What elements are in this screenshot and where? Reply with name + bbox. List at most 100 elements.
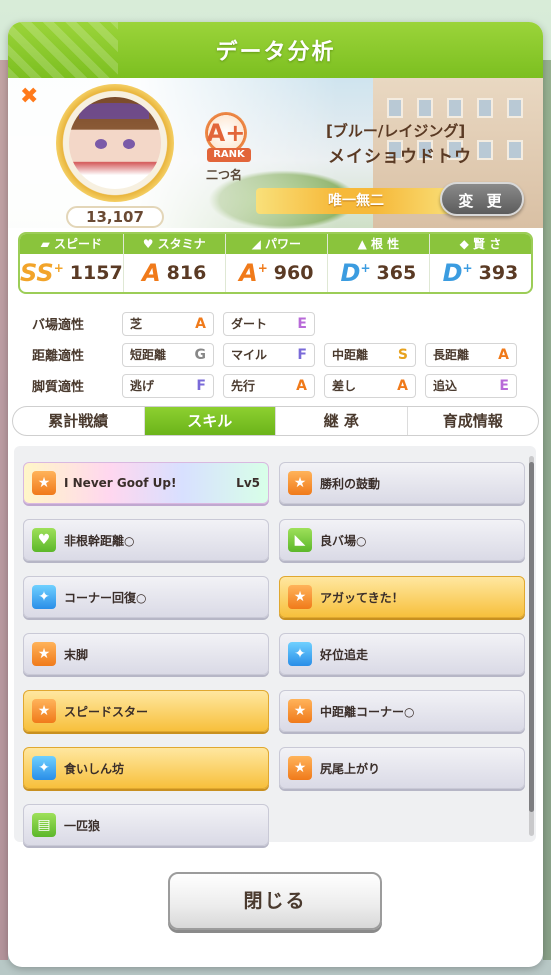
stat-grade: SS+ (20, 259, 64, 287)
muscle-icon: ◢ (251, 237, 265, 251)
aptitude-cell: ダート E (223, 311, 315, 336)
heart-icon: ♥ (142, 237, 158, 251)
skill-name: コーナー回復○ (64, 590, 147, 605)
skill-name: 尻尾上がり (320, 761, 381, 776)
stat-value: 960 (273, 262, 314, 284)
aptitude-cell: 差し A (324, 373, 416, 398)
avatar-frame[interactable] (56, 84, 174, 202)
skill-name: アガッてきた！ (320, 590, 404, 605)
skill-name: スピードスター (64, 704, 149, 719)
speed-icon: ★ (288, 585, 312, 609)
skill-item[interactable]: ★ 末脚 (23, 633, 269, 675)
speed-icon: ★ (288, 699, 312, 723)
fan-count: 13,107 (66, 206, 164, 228)
stat-grade: D+ (340, 259, 371, 287)
scrollbar-thumb[interactable] (529, 462, 534, 812)
aptitude-row-track: バ場適性 芝A ダート E (32, 308, 532, 339)
skill-item[interactable]: ♥ 非根幹距離○ (23, 519, 269, 561)
skill-name: 一匹狼 (64, 818, 101, 833)
nickname-count: 二つ名 (206, 168, 243, 182)
skill-item[interactable]: ✦ 好位追走 (279, 633, 525, 675)
profile-header: ✖ 13,107 A+ RANK 二つ名 [ブルー/レイジング] メイショウドト… (8, 78, 543, 230)
aptitude-grade: A (498, 346, 509, 363)
skill-name: 勝利の鼓動 (320, 476, 381, 491)
character-epithet: [ブルー/レイジング] (326, 122, 466, 140)
skill-item[interactable]: ★ 尻尾上がり (279, 747, 525, 789)
stat-power: ◢ パワー A+ 960 (225, 234, 328, 292)
stats-panel: ▰ スピード SS+ 1157 ♥ スタミナ A 816 ◢ パワー A+ 960 ▲… (18, 232, 533, 294)
skill-name: I Never Goof Up! (64, 476, 177, 490)
skill-item[interactable]: ★ アガッてきた！ (279, 576, 525, 618)
skill-name: 好位追走 (320, 647, 369, 662)
aptitude-grade: E (297, 315, 307, 332)
stamina-icon: ♥ (32, 528, 56, 552)
stat-value: 393 (478, 262, 519, 284)
aptitude-grade: A (195, 315, 206, 332)
aptitude-grade: G (194, 346, 207, 363)
shoe-icon: ▰ (40, 237, 55, 251)
rank-label: RANK (207, 148, 251, 162)
skill-item[interactable]: ★ スピードスター (23, 690, 269, 732)
tab-training-info[interactable]: 育成情報 (408, 407, 539, 435)
stat-label: パワー (264, 237, 301, 251)
skill-item[interactable]: ▤ 一匹狼 (23, 804, 269, 846)
dialog-title: データ分析 (215, 40, 336, 65)
data-analysis-dialog: データ分析 ✖ 13,107 A+ RANK 二つ名 [ブルー/レイジング] メ… (8, 22, 543, 967)
aptitude-label: 脚質適性 (32, 380, 85, 395)
cap-icon: ◆ (459, 237, 474, 251)
stat-label: スピード (54, 237, 103, 251)
stat-grade: D+ (442, 259, 473, 287)
aptitude-grade: S (397, 346, 408, 363)
stat-grade: A+ (239, 259, 268, 287)
aptitude-cell: 短距離 G (122, 342, 214, 367)
rank-badge: A+ RANK (205, 112, 251, 162)
carrot-icon: ✖ (20, 84, 39, 109)
avatar (69, 97, 161, 189)
skill-list: ★ I Never Goof Up! Lv5 ★ 勝利の鼓動 ♥ 非根幹距離○ … (14, 446, 536, 846)
skill-name: 末脚 (64, 647, 89, 662)
aptitude-cell: マイル F (223, 342, 315, 367)
aptitude-grade: E (499, 377, 509, 394)
change-title-button[interactable]: 変 更 (440, 182, 524, 216)
stat-speed: ▰ スピード SS+ 1157 (20, 234, 124, 292)
stat-label: 根 性 (370, 237, 400, 251)
skill-item[interactable]: ★ 勝利の鼓動 (279, 462, 525, 504)
skill-name: 非根幹距離○ (64, 533, 135, 548)
skill-item[interactable]: ◣ 良バ場○ (279, 519, 525, 561)
stat-value: 365 (376, 262, 417, 284)
skill-name: 良バ場○ (320, 533, 367, 548)
skill-item[interactable]: ★ I Never Goof Up! Lv5 (23, 462, 269, 504)
skill-item[interactable]: ★ 中距離コーナー○ (279, 690, 525, 732)
recover-icon: ✦ (32, 585, 56, 609)
tab-inheritance[interactable]: 継 承 (276, 407, 408, 435)
tab-career-record[interactable]: 累計戦績 (13, 407, 145, 435)
aptitude-grade: F (196, 377, 206, 394)
aptitude-cell: 芝A (122, 311, 214, 336)
skill-name: 中距離コーナー○ (320, 704, 415, 719)
character-name: メイショウドトウ (328, 147, 472, 167)
stat-value: 1157 (69, 262, 123, 284)
recover-icon: ✦ (32, 756, 56, 780)
close-button[interactable]: 閉じる (168, 872, 382, 930)
aptitude-cell: 追込 E (425, 373, 517, 398)
speed-icon: ★ (32, 642, 56, 666)
debuff-icon: ▤ (32, 813, 56, 837)
stat-grade: A (142, 259, 161, 287)
aptitude-grade: A (296, 377, 307, 394)
speed-icon: ★ (32, 699, 56, 723)
speed-icon: ★ (288, 756, 312, 780)
stat-stamina: ♥ スタミナ A 816 (123, 234, 226, 292)
tab-skills[interactable]: スキル (144, 407, 276, 435)
aptitude-table: バ場適性 芝A ダート E 距離適性 短距離 G マイル F 中距離 S 長距離 A 脚質… (32, 308, 532, 401)
ground-icon: ◣ (288, 528, 312, 552)
recover-icon: ✦ (288, 642, 312, 666)
background-right (543, 60, 551, 960)
stat-value: 816 (166, 262, 207, 284)
skill-item[interactable]: ✦ 食いしん坊 (23, 747, 269, 789)
dialog-titlebar: データ分析 (8, 22, 543, 78)
character-title: 唯一無二 (256, 188, 456, 214)
stat-wisdom: ◆ 賢 さ D+ 393 (429, 234, 531, 292)
skill-item[interactable]: ✦ コーナー回復○ (23, 576, 269, 618)
tab-bar: 累計戦績 スキル 継 承 育成情報 (12, 406, 539, 436)
flame-icon: ▲ (357, 237, 371, 251)
